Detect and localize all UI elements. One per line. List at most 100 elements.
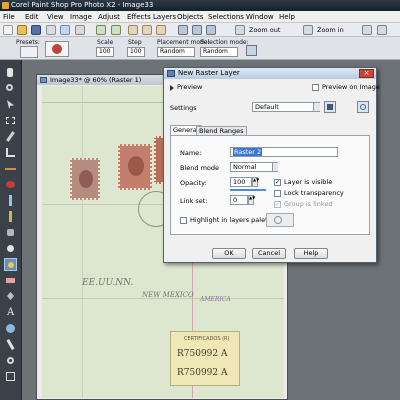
scale-label: Scale — [97, 39, 114, 46]
mesh-warp-icon[interactable] — [4, 370, 17, 383]
selection-mode-select[interactable]: Random — [200, 47, 238, 57]
opacity-spinner-icon[interactable]: ▲▼ — [252, 177, 259, 187]
settings-label: Settings — [170, 104, 197, 112]
link-set-input[interactable]: 0 — [230, 195, 248, 205]
opacity-slider-track[interactable] — [230, 189, 266, 191]
placement-mode-select[interactable]: Random — [157, 47, 195, 57]
settings-select[interactable]: Default — [252, 102, 320, 112]
settings-dropdown-icon[interactable] — [313, 103, 320, 111]
preset-shape-icon[interactable] — [4, 322, 17, 335]
menu-effects[interactable]: Effects — [127, 13, 151, 21]
paint-brush-icon[interactable] — [4, 210, 17, 223]
text-tool-icon[interactable]: A — [4, 306, 17, 319]
new-file-icon[interactable] — [3, 25, 13, 35]
resize-icon[interactable] — [206, 25, 216, 35]
menu-edit[interactable]: Edit — [25, 13, 39, 21]
menu-window[interactable]: Window — [246, 13, 274, 21]
copy-icon[interactable] — [142, 25, 152, 35]
fill-tool-icon[interactable] — [4, 290, 17, 303]
handwriting-line-2: NEW MEXICO — [142, 291, 194, 299]
cut-icon[interactable] — [128, 25, 138, 35]
menu-file[interactable]: File — [3, 13, 15, 21]
print-icon[interactable] — [75, 25, 85, 35]
menu-selections[interactable]: Selections — [208, 13, 244, 21]
dialog-title: New Raster Layer — [178, 69, 240, 77]
dialog-title-bar[interactable]: New Raster Layer × — [164, 68, 376, 79]
scan-icon[interactable] — [60, 25, 70, 35]
presets-picker[interactable] — [20, 46, 38, 58]
blend-mode-dropdown-icon[interactable] — [272, 163, 278, 171]
tools-toolbar: A — [0, 60, 22, 400]
group-linked-checkbox: ✓ — [274, 201, 281, 208]
lock-transparency-checkbox[interactable] — [274, 190, 281, 197]
name-input[interactable]: Raster 2 — [230, 147, 338, 157]
menu-objects[interactable]: Objects — [177, 13, 203, 21]
zoom-in-button[interactable]: Zoom in — [316, 25, 345, 35]
selection-tool-icon[interactable] — [4, 114, 17, 127]
zoom-out-icon[interactable] — [235, 25, 245, 35]
menu-layers[interactable]: Layers — [153, 13, 176, 21]
no-color-icon — [274, 216, 282, 224]
open-folder-icon[interactable] — [17, 25, 27, 35]
warp-brush-icon[interactable] — [4, 354, 17, 367]
red-eye-tool-icon[interactable] — [4, 178, 17, 191]
menu-view[interactable]: View — [47, 13, 64, 21]
step-label: Step — [128, 39, 142, 46]
opacity-label: Opacity: — [180, 179, 207, 187]
blend-mode-select[interactable]: Normal — [230, 162, 278, 172]
preview-on-image-checkbox[interactable] — [312, 84, 319, 91]
undo-icon[interactable] — [96, 25, 106, 35]
crop-icon[interactable] — [178, 25, 188, 35]
menu-bar: File Edit View Image Adjust Effects Laye… — [0, 11, 400, 23]
cancel-button[interactable]: Cancel — [252, 248, 286, 259]
redo-icon[interactable] — [111, 25, 121, 35]
step-input[interactable]: 100 — [127, 47, 145, 57]
eraser-tool-icon[interactable] — [4, 274, 17, 287]
straighten-tool-icon[interactable] — [4, 162, 17, 175]
save-icon[interactable] — [31, 25, 41, 35]
presets-label: Presets: — [16, 39, 40, 46]
tool-options-bar: Presets: Scale 100 Step 100 Placement mo… — [0, 37, 400, 60]
full-screen-icon[interactable] — [362, 25, 372, 35]
lighten-darken-icon[interactable] — [4, 242, 17, 255]
menu-help[interactable]: Help — [279, 13, 295, 21]
rotate-icon[interactable] — [192, 25, 202, 35]
link-set-spinner-icon[interactable]: ▲▼ — [248, 195, 255, 205]
zoom-out-button[interactable]: Zoom out — [248, 25, 281, 35]
menu-adjust[interactable]: Adjust — [98, 13, 120, 21]
pen-tool-icon[interactable] — [4, 338, 17, 351]
window-layout-icon[interactable] — [377, 25, 387, 35]
help-button[interactable]: Help — [294, 248, 328, 259]
link-set-label: Link set: — [180, 197, 208, 205]
layer-visible-checkbox[interactable]: ✓ — [274, 179, 281, 186]
lock-transparency-label: Lock transparency — [284, 189, 344, 197]
ok-button[interactable]: OK — [212, 248, 246, 259]
scale-input[interactable]: 100 — [96, 47, 114, 57]
browse-icon[interactable] — [46, 25, 56, 35]
reset-icon[interactable] — [357, 101, 369, 113]
close-icon[interactable]: × — [359, 69, 374, 78]
handwriting-line-1: EE.UU.NN. — [82, 278, 134, 288]
paste-icon[interactable] — [156, 25, 166, 35]
registration-label-header: CERTIFICADOS (R) — [184, 336, 230, 342]
image-window-title-text: Image33* @ 60% (Raster 1) — [50, 76, 142, 84]
highlight-checkbox[interactable] — [180, 217, 187, 224]
crop-tool-icon[interactable] — [4, 146, 17, 159]
standard-toolbar: Zoom out Zoom in — [0, 23, 400, 37]
opacity-input[interactable]: 100 — [230, 177, 252, 187]
preview-toggle[interactable]: Preview — [177, 83, 202, 91]
zoom-tool-icon[interactable] — [4, 82, 17, 95]
expand-preview-icon[interactable] — [170, 85, 174, 91]
new-raster-layer-dialog: New Raster Layer × Preview Preview on Im… — [163, 67, 380, 263]
save-preset-icon[interactable] — [324, 101, 336, 113]
menu-image[interactable]: Image — [70, 13, 92, 21]
airbrush-icon[interactable] — [4, 226, 17, 239]
pick-tool-icon[interactable] — [4, 98, 17, 111]
pan-tool-icon[interactable] — [4, 66, 17, 79]
tube-settings-icon[interactable] — [246, 45, 257, 56]
picture-tube-tool-icon[interactable] — [4, 258, 17, 271]
dropper-tool-icon[interactable] — [4, 130, 17, 143]
app-title-bar: Corel Paint Shop Pro Photo X2 - Image33 — [0, 0, 400, 11]
zoom-in-icon[interactable] — [303, 25, 313, 35]
clone-brush-icon[interactable] — [4, 194, 17, 207]
